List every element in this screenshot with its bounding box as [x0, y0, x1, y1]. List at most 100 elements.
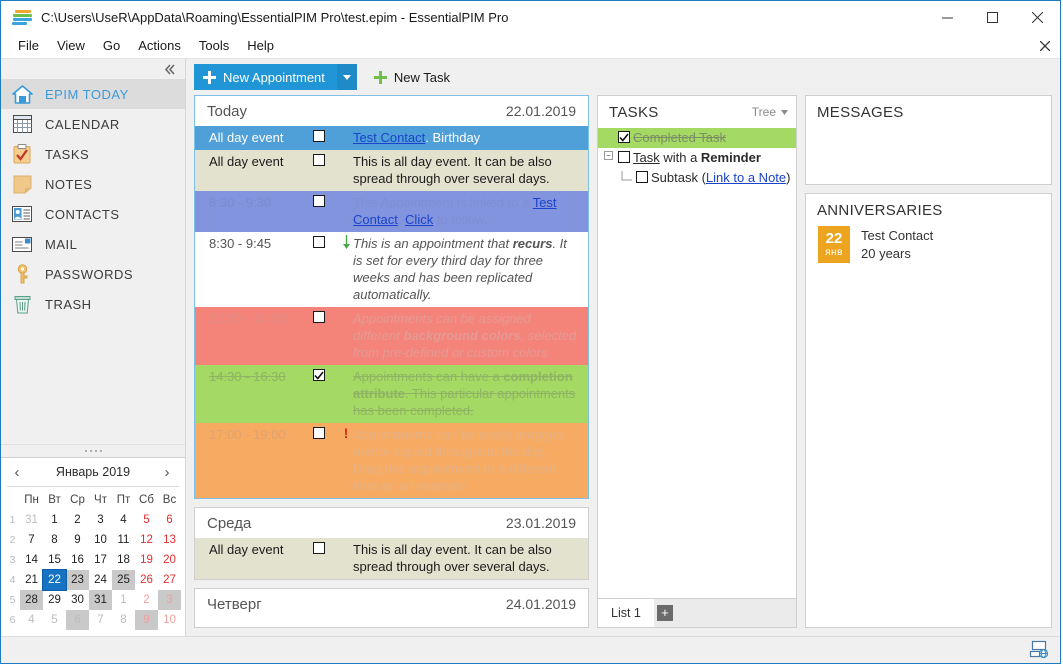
sync-globe-icon[interactable]	[1028, 640, 1050, 661]
appointment-checkbox[interactable]	[313, 153, 339, 187]
appointment-row[interactable]: 14:30 - 16:30 Appointments can have a com…	[195, 365, 588, 423]
task-row[interactable]: − Task with a Reminder	[598, 148, 796, 168]
appointment-row[interactable]: 12:30 - 14:30 Appointments can be assigne…	[195, 307, 588, 365]
calendar-day[interactable]: 26	[135, 570, 158, 590]
calendar-day[interactable]: 24	[89, 570, 112, 590]
calendar-day[interactable]: 8	[43, 530, 66, 550]
new-task-button[interactable]: New Task	[365, 64, 459, 90]
menu-help[interactable]: Help	[238, 35, 283, 56]
calendar-day[interactable]: 1	[43, 510, 66, 530]
calendar-day[interactable]: 29	[43, 590, 66, 610]
task-row[interactable]: Subtask (Link to a Note)	[598, 168, 796, 190]
list-tab-1[interactable]: List 1	[598, 599, 654, 627]
calendar-day[interactable]: 16	[66, 550, 89, 570]
sidebar-item-notes[interactable]: NOTES	[1, 169, 185, 199]
appointment-checkbox[interactable]	[313, 368, 339, 419]
appointment-checkbox[interactable]	[313, 541, 339, 575]
sidebar-item-mail[interactable]: MAIL	[1, 229, 185, 259]
new-appointment-button[interactable]: New Appointment	[194, 64, 357, 90]
calendar-day[interactable]: 7	[20, 530, 43, 550]
calendar-day[interactable]: 23	[66, 570, 89, 590]
minimize-button[interactable]	[925, 1, 970, 33]
task-checkbox[interactable]	[633, 169, 651, 183]
calendar-day[interactable]: 30	[66, 590, 89, 610]
calendar-day[interactable]: 20	[158, 550, 181, 570]
appointment-row[interactable]: All day event This is all day event. It c…	[195, 150, 588, 191]
calendar-day[interactable]: 4	[112, 510, 135, 530]
calendar-day[interactable]: 13	[158, 530, 181, 550]
calendar-day[interactable]: 27	[158, 570, 181, 590]
calendar-day[interactable]: 3	[89, 510, 112, 530]
next-month-button[interactable]: ›	[157, 462, 177, 482]
menu-file[interactable]: File	[9, 35, 48, 56]
menu-actions[interactable]: Actions	[129, 35, 190, 56]
calendar-day[interactable]: 2	[66, 510, 89, 530]
calendar-day[interactable]: 12	[135, 530, 158, 550]
tasks-header: TASKS Tree	[598, 96, 796, 128]
appointment-row[interactable]: 8:30 - 9:30 This Appointment is linked to…	[195, 191, 588, 232]
appointment-checkbox[interactable]	[313, 426, 339, 494]
calendar-day[interactable]: 25	[112, 570, 135, 590]
anniversary-item[interactable]: 22 янв Test Contact 20 years	[806, 226, 1051, 263]
calendar-day[interactable]: 10	[89, 530, 112, 550]
sidebar-item-contacts[interactable]: CONTACTS	[1, 199, 185, 229]
sidebar-splitter-handle[interactable]	[1, 444, 185, 457]
calendar-day[interactable]: 31	[20, 510, 43, 530]
calendar-day[interactable]: 15	[43, 550, 66, 570]
appointment-row[interactable]: All day event Test Contact. Birthday	[195, 126, 588, 150]
task-checkbox[interactable]	[615, 149, 633, 163]
appointment-row[interactable]: 17:00 - 19:00! Appointments can be easily…	[195, 423, 588, 498]
calendar-day[interactable]: 7	[89, 610, 112, 630]
appointment-link[interactable]: Click	[405, 212, 433, 227]
appointment-link[interactable]: Link to a Note	[706, 170, 786, 185]
tree-expander[interactable]: −	[602, 149, 615, 160]
calendar-day[interactable]: 31	[89, 590, 112, 610]
calendar-day[interactable]: 19	[135, 550, 158, 570]
sidebar-item-passwords[interactable]: PASSWORDS	[1, 259, 185, 289]
calendar-day[interactable]: 4	[20, 610, 43, 630]
calendar-day[interactable]: 28	[20, 590, 43, 610]
appointment-checkbox[interactable]	[313, 194, 339, 228]
calendar-day[interactable]: 1	[112, 590, 135, 610]
calendar-day[interactable]: 9	[66, 530, 89, 550]
calendar-day[interactable]: 8	[112, 610, 135, 630]
calendar-day[interactable]: 10	[158, 610, 181, 630]
calendar-day[interactable]: 5	[135, 510, 158, 530]
calendar-day[interactable]: 6	[66, 610, 89, 630]
calendar-day[interactable]: 3	[158, 590, 181, 610]
appointment-checkbox[interactable]	[313, 310, 339, 361]
sidebar-collapse-button[interactable]	[1, 59, 185, 79]
document-close-button[interactable]	[1040, 40, 1050, 51]
appointment-checkbox[interactable]	[313, 129, 339, 146]
calendar-day[interactable]: 11	[112, 530, 135, 550]
add-list-button[interactable]: +	[654, 599, 676, 627]
close-button[interactable]	[1015, 1, 1060, 33]
tasks-view-mode-selector[interactable]: Tree	[752, 105, 788, 119]
task-row[interactable]: Completed Task	[598, 128, 796, 148]
appointment-link[interactable]: Test Contact	[353, 130, 425, 145]
task-checkbox[interactable]	[615, 129, 633, 143]
calendar-day[interactable]: 22	[42, 569, 67, 591]
sidebar-item-tasks[interactable]: TASKS	[1, 139, 185, 169]
menu-view[interactable]: View	[48, 35, 94, 56]
sidebar-item-trash[interactable]: TRASH	[1, 289, 185, 319]
calendar-day[interactable]: 21	[20, 570, 43, 590]
menu-tools[interactable]: Tools	[190, 35, 238, 56]
calendar-day[interactable]: 2	[135, 590, 158, 610]
appointment-checkbox[interactable]	[313, 235, 339, 303]
calendar-day[interactable]: 14	[20, 550, 43, 570]
sidebar-item-epim-today[interactable]: EPIM TODAY	[1, 79, 185, 109]
menu-go[interactable]: Go	[94, 35, 129, 56]
sidebar-item-calendar[interactable]: CALENDAR	[1, 109, 185, 139]
appointment-row[interactable]: All day event This is all day event. It c…	[195, 538, 588, 579]
calendar-day[interactable]: 9	[135, 610, 158, 630]
calendar-day[interactable]: 17	[89, 550, 112, 570]
maximize-button[interactable]	[970, 1, 1015, 33]
new-appointment-dropdown[interactable]	[336, 64, 357, 90]
calendar-day[interactable]: 6	[158, 510, 181, 530]
calendar-day[interactable]: 5	[43, 610, 66, 630]
prev-month-button[interactable]: ‹	[7, 462, 27, 482]
appointment-row[interactable]: 8:30 - 9:45 This is an appointment that r…	[195, 232, 588, 307]
calendar-day[interactable]: 18	[112, 550, 135, 570]
today-column: Today 22.01.2019 All day event Test Conta…	[194, 95, 589, 628]
